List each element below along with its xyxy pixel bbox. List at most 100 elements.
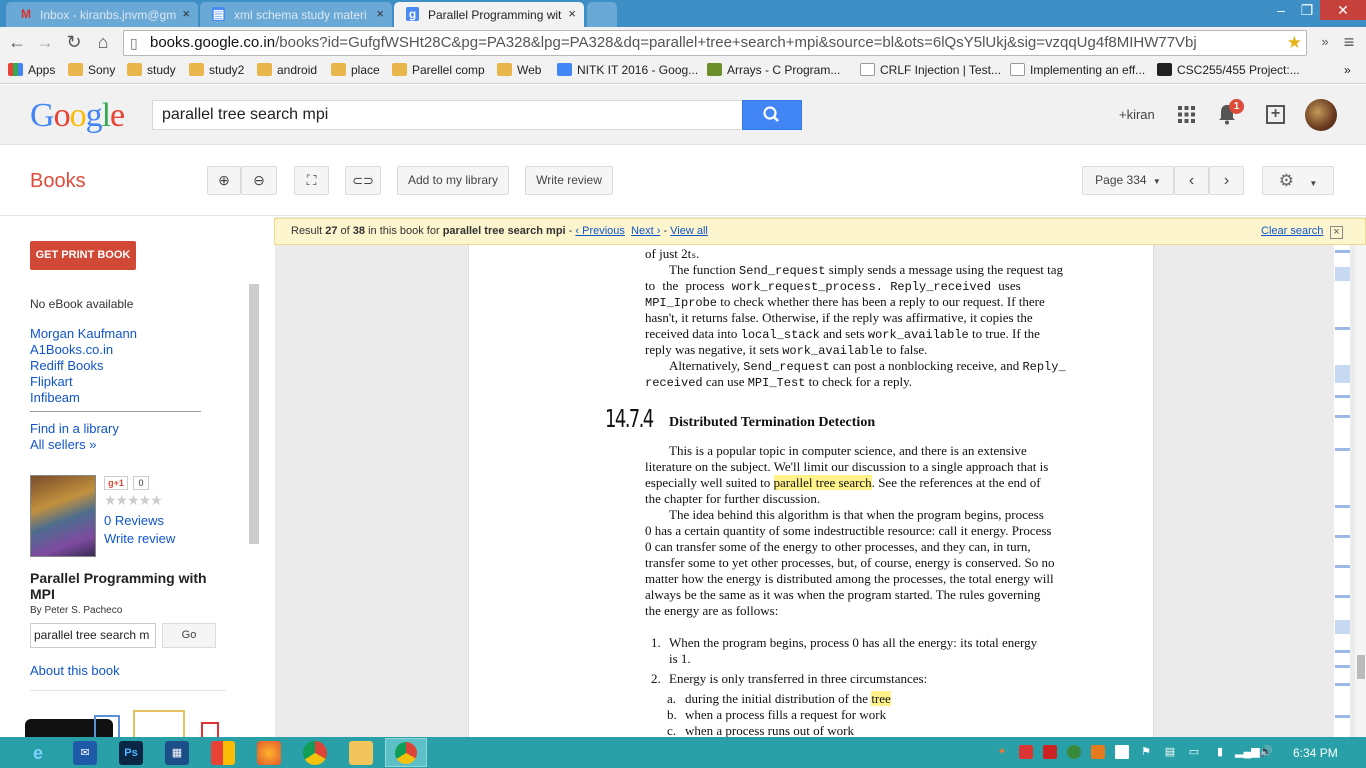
scrollbar-thumb[interactable] (1357, 655, 1365, 679)
tab-xml-schema[interactable]: ▤ xml schema study materi × (200, 2, 392, 27)
bookmark-sony[interactable]: Sony (68, 62, 115, 78)
volume-icon[interactable]: 🔊 (1259, 745, 1273, 759)
reload-icon[interactable]: ↻ (63, 31, 85, 53)
back-icon[interactable]: ← (6, 31, 28, 53)
share-plus-icon[interactable]: + (1266, 105, 1285, 124)
zoom-out-button[interactable]: ⊖ (241, 166, 277, 195)
maximize-icon[interactable]: ❐ (1294, 0, 1320, 20)
window-close-icon[interactable]: ✕ (1320, 0, 1366, 20)
search-input[interactable]: parallel tree search mpi (152, 100, 743, 130)
explorer-icon[interactable] (349, 741, 373, 765)
fullscreen-button[interactable]: ⛶ (294, 166, 329, 195)
user-link[interactable]: +kiran (1119, 107, 1155, 122)
prev-page-button[interactable]: ‹ (1174, 166, 1209, 195)
seller-link[interactable]: Flipkart (30, 374, 73, 389)
settings-dropdown[interactable]: ⚙ ▼ (1262, 166, 1334, 195)
google-logo[interactable]: Google (30, 97, 125, 135)
ie-icon[interactable]: e (26, 741, 50, 765)
monitor-icon[interactable]: ▭ (1187, 745, 1201, 759)
page-select-dropdown[interactable]: Page 334 ▼ (1082, 166, 1174, 195)
signal-icon[interactable]: ▂▄▆ (1235, 745, 1260, 759)
get-print-book-button[interactable]: GET PRINT BOOK (30, 241, 136, 270)
write-review-link[interactable]: Write review (104, 531, 175, 546)
search-button[interactable] (742, 100, 802, 130)
tray-app-icon[interactable] (1043, 745, 1057, 759)
reviews-link[interactable]: 0 Reviews (104, 513, 164, 528)
add-to-library-button[interactable]: Add to my library (397, 166, 509, 195)
clock[interactable]: 6:34 PM (1293, 746, 1338, 760)
bookmark-nitk[interactable]: NITK IT 2016 - Goog... (557, 62, 698, 78)
minimize-icon[interactable]: – (1268, 0, 1294, 20)
outlook-icon[interactable]: ✉ (73, 741, 97, 765)
tray-keyboard-icon[interactable] (1115, 745, 1129, 759)
seller-link[interactable]: Rediff Books (30, 358, 103, 373)
bookmark-star-icon[interactable]: ★ (1283, 31, 1302, 55)
address-bar[interactable]: ▯ books.google.co.in/books?id=GufgfWSHt2… (123, 30, 1307, 56)
layout-thumbnail[interactable] (201, 722, 219, 737)
about-book-link[interactable]: About this book (30, 663, 120, 678)
link-button[interactable]: ⊂⊃ (345, 166, 381, 195)
close-icon[interactable]: × (568, 6, 576, 21)
battery-icon[interactable]: ▮ (1213, 745, 1227, 759)
taskbar-active-app[interactable] (385, 738, 427, 767)
book-cover-thumbnail[interactable] (30, 475, 96, 557)
search-hits-minimap[interactable] (1334, 245, 1350, 737)
flag-icon[interactable]: ⚑ (1139, 745, 1153, 759)
layout-thumbnail[interactable] (94, 715, 120, 737)
sidebar-scrollbar[interactable] (249, 284, 259, 544)
bookmark-csc255[interactable]: CSC255/455 Project:... (1157, 62, 1300, 78)
notifications-button[interactable]: 1 (1217, 99, 1244, 128)
apps-grid-icon[interactable] (1178, 106, 1195, 126)
bookmark-crlf[interactable]: CRLF Injection | Test... (860, 62, 1001, 78)
bookmark-study2[interactable]: study2 (189, 62, 244, 78)
tab-inbox[interactable]: M Inbox - kiranbs.jnvm@gm × (6, 2, 198, 27)
bookmark-implementing[interactable]: Implementing an eff... (1010, 62, 1145, 78)
gplus-button[interactable]: g+1 (104, 476, 128, 490)
seller-link[interactable]: Morgan Kaufmann (30, 326, 137, 341)
close-icon[interactable]: × (182, 6, 190, 21)
network-icon[interactable]: ▦ (165, 741, 189, 765)
tray-app-icon[interactable]: ✦ (995, 745, 1009, 759)
bookmark-place[interactable]: place (331, 62, 380, 78)
bookmark-android[interactable]: android (257, 62, 317, 78)
clear-search-link[interactable]: Clear search (1261, 219, 1323, 244)
bookmark-arrays[interactable]: Arrays - C Program... (707, 62, 840, 78)
bookmarks-overflow[interactable]: » (1344, 62, 1351, 78)
bookmark-study[interactable]: study (127, 62, 176, 78)
viewer-scrollbar[interactable] (1355, 245, 1366, 737)
in-book-search-input[interactable]: parallel tree search m (30, 623, 156, 648)
new-tab-button[interactable] (587, 2, 617, 27)
write-review-button[interactable]: Write review (525, 166, 613, 195)
tray-app-icon[interactable] (1091, 745, 1105, 759)
previous-result-link[interactable]: ‹ Previous (575, 225, 625, 237)
chrome-menu-icon[interactable]: ≡ (1338, 31, 1360, 53)
view-all-link[interactable]: View all (670, 225, 708, 237)
all-sellers-link[interactable]: All sellers » (30, 437, 96, 452)
bookmark-apps[interactable]: Apps (8, 62, 55, 78)
office-icon[interactable] (211, 741, 235, 765)
books-brand[interactable]: Books (30, 170, 86, 193)
seller-link[interactable]: Infibeam (30, 390, 80, 405)
extensions-overflow-icon[interactable]: » (1314, 31, 1336, 53)
avatar[interactable] (1305, 99, 1337, 131)
go-button[interactable]: Go (162, 623, 216, 648)
tray-app-icon[interactable] (1019, 745, 1033, 759)
seller-link[interactable]: A1Books.co.in (30, 342, 113, 357)
tab-parallel-programming[interactable]: g Parallel Programming wit × (394, 2, 584, 27)
forward-icon[interactable]: → (34, 31, 56, 53)
close-icon[interactable]: × (376, 6, 384, 21)
next-page-button[interactable]: › (1209, 166, 1244, 195)
chrome-icon[interactable] (303, 741, 327, 765)
bookmark-parellel-comp[interactable]: Parellel comp (392, 62, 485, 78)
home-icon[interactable]: ⌂ (92, 31, 114, 53)
zoom-in-button[interactable]: ⊕ (207, 166, 241, 195)
firefox-icon[interactable] (257, 741, 281, 765)
tray-app-icon[interactable]: ▤ (1163, 745, 1177, 759)
tray-app-icon[interactable] (1067, 745, 1081, 759)
photoshop-icon[interactable]: Ps (119, 741, 143, 765)
close-icon[interactable]: × (1330, 226, 1343, 239)
next-result-link[interactable]: Next › (631, 225, 660, 237)
find-in-library-link[interactable]: Find in a library (30, 421, 119, 436)
layout-thumbnail[interactable] (133, 710, 185, 737)
bookmark-web[interactable]: Web (497, 62, 541, 78)
